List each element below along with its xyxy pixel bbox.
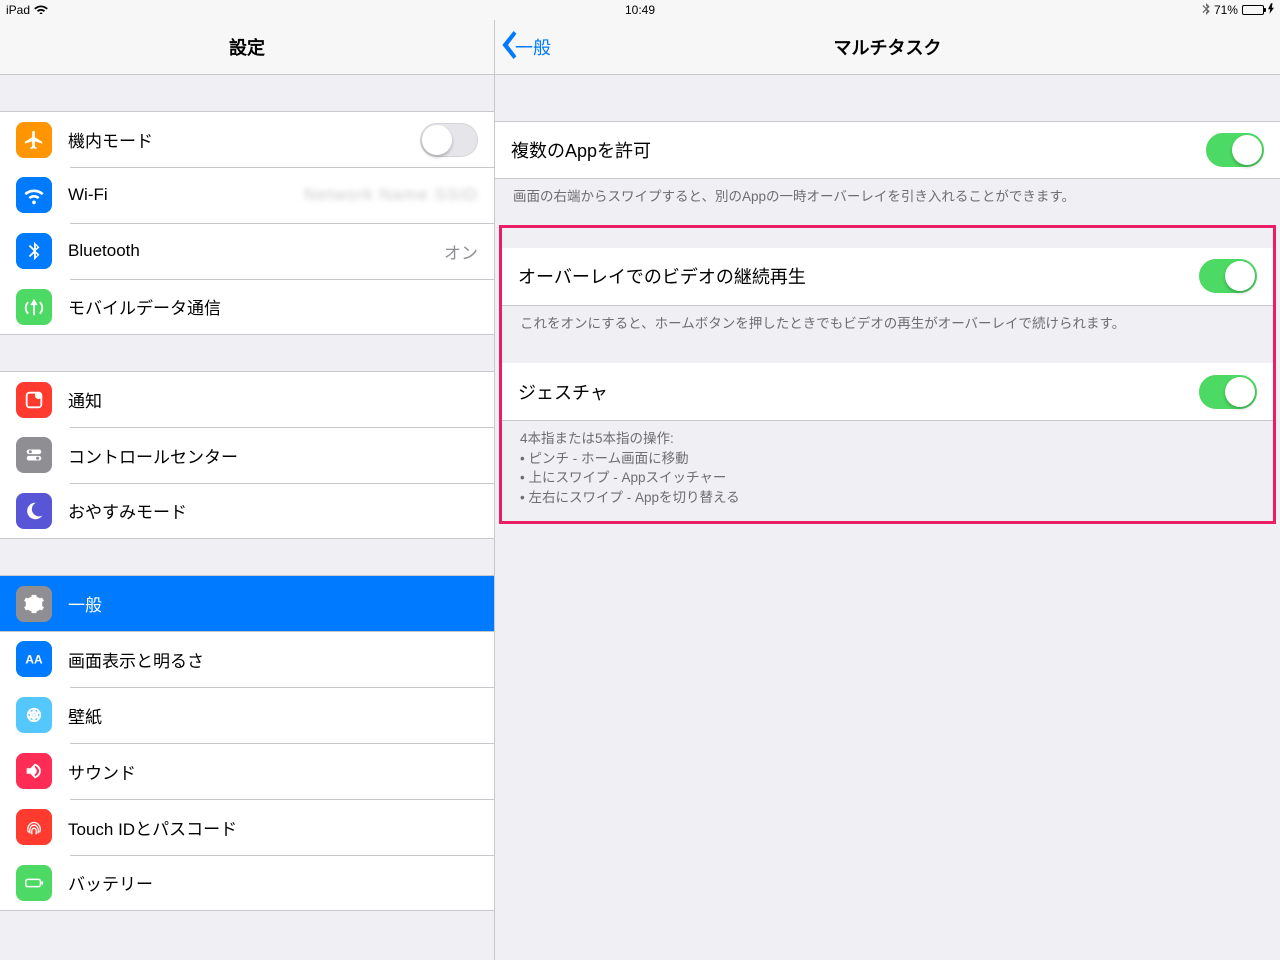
gestures-footer-head: 4本指または5本指の操作: — [520, 429, 1255, 449]
sidebar: 設定 機内モード Wi-Fi Network Name SSID Bluetoo… — [0, 20, 495, 960]
display-icon: AA — [16, 641, 52, 677]
sidebar-item-wifi[interactable]: Wi-Fi Network Name SSID — [0, 167, 494, 223]
battery-icon — [16, 865, 52, 901]
sidebar-item-dnd[interactable]: おやすみモード — [0, 483, 494, 539]
gear-icon — [16, 586, 52, 622]
row-label: オーバーレイでのビデオの継続再生 — [518, 263, 806, 289]
status-bar: iPad 10:49 71% — [0, 0, 1280, 20]
sidebar-item-label: 壁紙 — [68, 703, 102, 728]
sidebar-item-label: 画面表示と明るさ — [68, 647, 204, 672]
airplane-icon — [16, 122, 52, 158]
fingerprint-icon — [16, 809, 52, 845]
sidebar-item-label: コントロールセンター — [68, 443, 238, 468]
row-label: 複数のAppを許可 — [511, 137, 651, 163]
allow-multiple-apps-row[interactable]: 複数のAppを許可 — [495, 121, 1280, 179]
sidebar-item-label: 一般 — [68, 591, 102, 616]
sidebar-item-display[interactable]: AA 画面表示と明るさ — [0, 631, 494, 687]
battery-icon — [1242, 5, 1264, 15]
allow-multiple-apps-toggle[interactable] — [1206, 133, 1264, 167]
detail-navbar: 一般 マルチタスク — [495, 20, 1280, 75]
airplane-toggle[interactable] — [420, 123, 478, 157]
pip-footer: これをオンにすると、ホームボタンを押したときでもビデオの再生がオーバーレイで続け… — [502, 306, 1273, 334]
gestures-toggle[interactable] — [1199, 375, 1257, 409]
sidebar-item-label: Bluetooth — [68, 241, 140, 261]
sidebar-item-bluetooth[interactable]: Bluetooth オン — [0, 223, 494, 279]
sidebar-item-sounds[interactable]: サウンド — [0, 743, 494, 799]
gestures-footer: 4本指または5本指の操作: • ピンチ - ホーム画面に移動 • 上にスワイプ … — [502, 421, 1273, 507]
status-battery-pct: 71% — [1214, 3, 1238, 17]
sidebar-item-notifications[interactable]: 通知 — [0, 371, 494, 427]
gestures-footer-bullet: • 左右にスワイプ - Appを切り替える — [520, 488, 1255, 508]
sidebar-group-network: 機内モード Wi-Fi Network Name SSID Bluetooth … — [0, 111, 494, 335]
sidebar-item-control-center[interactable]: コントロールセンター — [0, 427, 494, 483]
sidebar-group-notify: 通知 コントロールセンター おやすみモード — [0, 371, 494, 539]
sidebar-title: 設定 — [0, 34, 494, 60]
sidebar-item-label: おやすみモード — [68, 498, 187, 523]
sidebar-group-general: 一般 AA 画面表示と明るさ 壁紙 サウンド Touch IDとパスコード — [0, 575, 494, 911]
back-button[interactable]: 一般 — [495, 31, 551, 64]
sidebar-item-cellular[interactable]: モバイルデータ通信 — [0, 279, 494, 335]
sidebar-item-touchid[interactable]: Touch IDとパスコード — [0, 799, 494, 855]
pip-row[interactable]: オーバーレイでのビデオの継続再生 — [502, 248, 1273, 306]
row-label: ジェスチャ — [518, 379, 608, 405]
sidebar-item-label: バッテリー — [68, 870, 153, 895]
detail-pane: 一般 マルチタスク 複数のAppを許可 画面の右端からスワイプすると、別のApp… — [495, 20, 1280, 960]
wifi-icon — [16, 177, 52, 213]
sidebar-item-label: モバイルデータ通信 — [68, 294, 221, 319]
sounds-icon — [16, 753, 52, 789]
pip-toggle[interactable] — [1199, 259, 1257, 293]
sidebar-item-label: Wi-Fi — [68, 185, 108, 205]
highlight-box: オーバーレイでのビデオの継続再生 これをオンにすると、ホームボタンを押したときで… — [499, 225, 1276, 525]
bluetooth-value: オン — [444, 239, 478, 264]
wallpaper-icon — [16, 697, 52, 733]
sidebar-navbar: 設定 — [0, 20, 494, 75]
gestures-footer-bullet: • 上にスワイプ - Appスイッチャー — [520, 468, 1255, 488]
sidebar-item-label: 機内モード — [68, 127, 153, 152]
moon-icon — [16, 493, 52, 529]
allow-multiple-apps-footer: 画面の右端からスワイプすると、別のAppの一時オーバーレイを引き入れることができ… — [495, 179, 1280, 207]
charging-icon — [1268, 3, 1274, 17]
notifications-icon — [16, 382, 52, 418]
cellular-icon — [16, 289, 52, 325]
back-label: 一般 — [515, 34, 551, 60]
wifi-icon — [34, 3, 48, 17]
sidebar-item-label: 通知 — [68, 387, 102, 412]
svg-text:AA: AA — [25, 653, 43, 667]
sidebar-item-airplane[interactable]: 機内モード — [0, 111, 494, 167]
sidebar-item-battery[interactable]: バッテリー — [0, 855, 494, 911]
control-center-icon — [16, 437, 52, 473]
detail-title: マルチタスク — [495, 34, 1280, 60]
bluetooth-icon — [16, 233, 52, 269]
sidebar-item-label: サウンド — [68, 759, 136, 784]
sidebar-item-label: Touch IDとパスコード — [68, 815, 237, 840]
wifi-network-value: Network Name SSID — [304, 185, 478, 205]
gestures-row[interactable]: ジェスチャ — [502, 363, 1273, 421]
status-time: 10:49 — [424, 3, 855, 17]
status-device: iPad — [6, 3, 30, 17]
gestures-footer-bullet: • ピンチ - ホーム画面に移動 — [520, 449, 1255, 469]
sidebar-item-general[interactable]: 一般 — [0, 575, 494, 631]
sidebar-item-wallpaper[interactable]: 壁紙 — [0, 687, 494, 743]
bluetooth-icon — [1202, 3, 1210, 18]
